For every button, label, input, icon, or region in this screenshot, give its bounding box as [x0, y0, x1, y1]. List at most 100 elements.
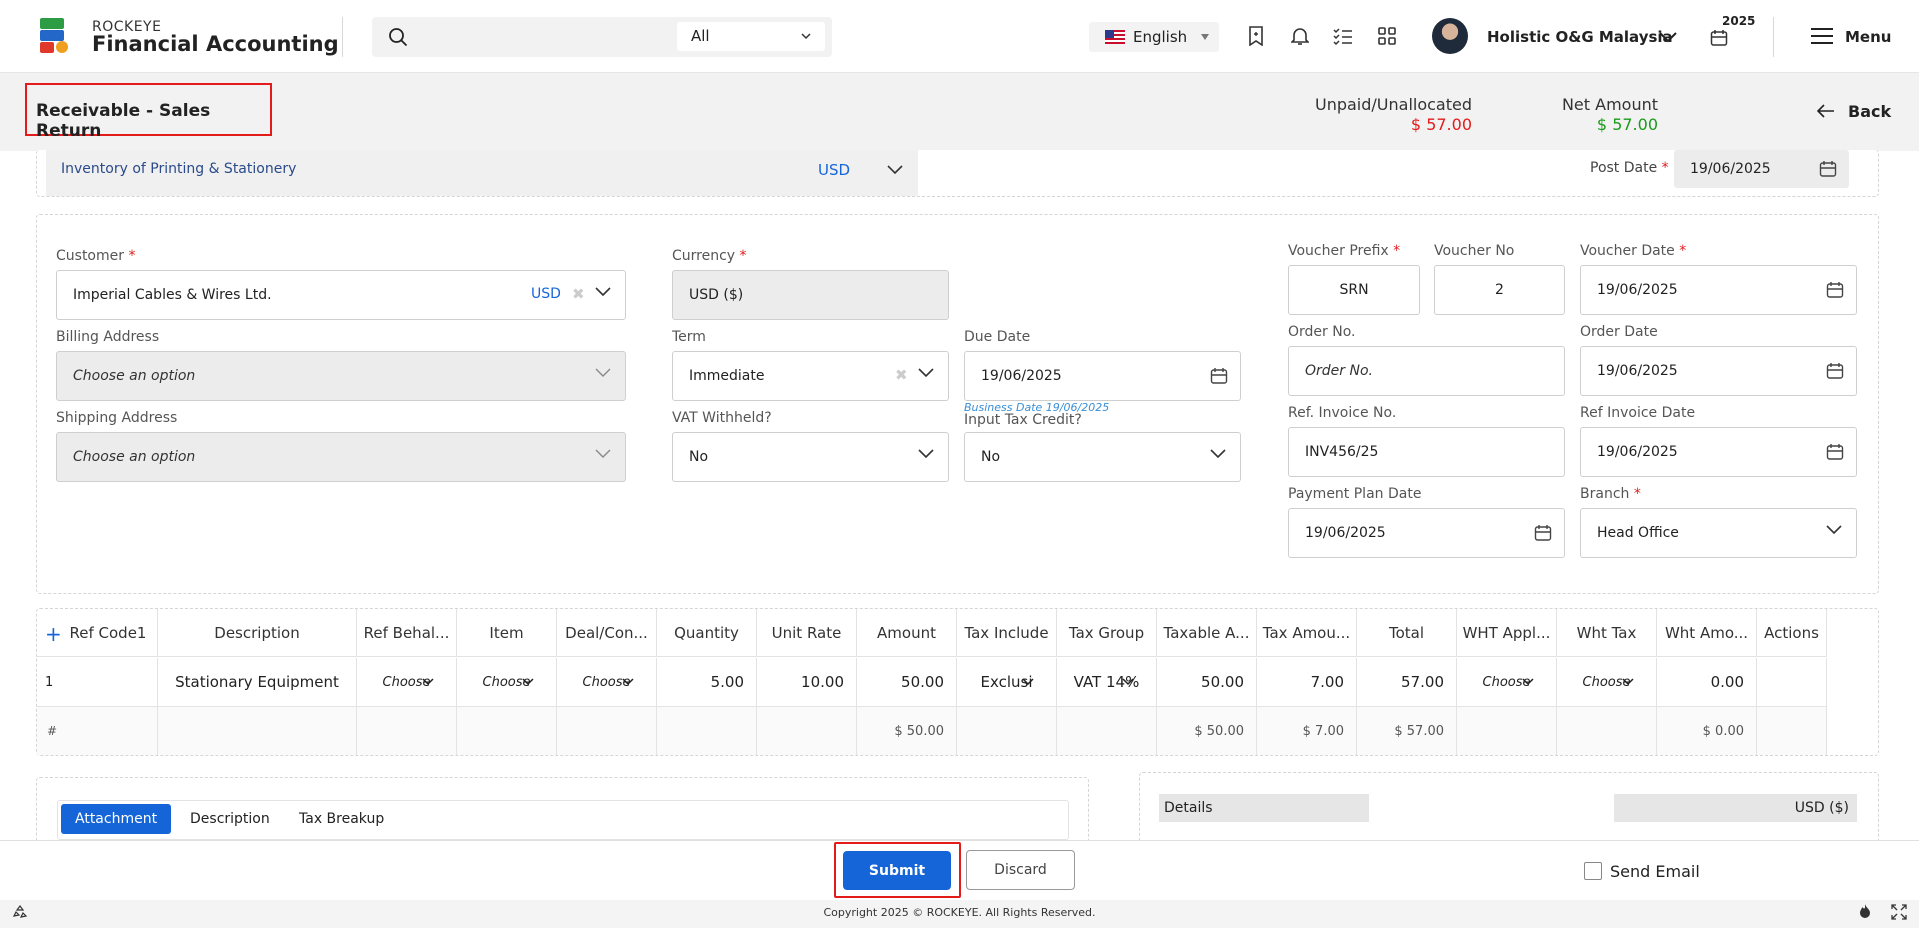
voucher-date-field[interactable]: 19/06/2025 [1580, 265, 1857, 315]
column-header[interactable]: Wht Amo... [1657, 609, 1757, 657]
column-header[interactable]: Amount [857, 609, 957, 657]
tab-description[interactable]: Description [176, 804, 284, 834]
fullscreen-icon[interactable] [1891, 904, 1907, 920]
column-header[interactable]: Taxable A... [1157, 609, 1257, 657]
cell-deal[interactable]: Choose [557, 658, 657, 706]
notifications-button[interactable] [1287, 23, 1313, 49]
column-header[interactable]: Ref Code1 [59, 609, 158, 657]
ref-invoice-date-field[interactable]: 19/06/2025 [1580, 427, 1857, 477]
cell-tax-include[interactable]: Exclusi [957, 658, 1057, 706]
send-email-checkbox[interactable] [1584, 862, 1602, 880]
details-currency: USD ($) [1614, 794, 1857, 822]
tab-attachment[interactable]: Attachment [61, 804, 172, 834]
menu-label[interactable]: Menu [1845, 28, 1891, 46]
billing-address-select[interactable]: Choose an option [56, 351, 626, 401]
calendar-icon[interactable] [1826, 443, 1844, 461]
chevron-down-icon [1622, 678, 1634, 686]
shipping-address-select[interactable]: Choose an option [56, 432, 626, 482]
cell-wht-tax[interactable]: Choose [1557, 658, 1657, 706]
order-date-field[interactable]: 19/06/2025 [1580, 346, 1857, 396]
cell-taxable[interactable]: 50.00 [1157, 658, 1257, 706]
menu-button[interactable] [1810, 23, 1834, 49]
cell-ref-code[interactable] [59, 658, 158, 706]
page-title: Receivable - Sales Return [25, 83, 272, 141]
post-date-label: Post Date * [1590, 160, 1669, 176]
footer-hash: # [47, 724, 58, 738]
column-header[interactable]: Actions [1757, 609, 1827, 657]
ref-invoice-input[interactable]: INV456/25 [1288, 427, 1565, 477]
hamburger-icon [1811, 28, 1833, 44]
column-header[interactable]: Tax Include [957, 609, 1057, 657]
bookmark-icon [1249, 26, 1263, 46]
voucher-no-field[interactable]: 2 [1434, 265, 1565, 315]
payment-plan-field[interactable]: 19/06/2025 [1288, 508, 1565, 558]
currency-label-text: Currency [672, 248, 736, 264]
account-select[interactable]: Inventory of Printing & Stationery USD [46, 150, 918, 196]
search-scope-select[interactable]: All [677, 22, 825, 51]
search-scope-value: All [691, 27, 710, 45]
column-header[interactable]: Deal/Con... [557, 609, 657, 657]
user-menu-toggle[interactable] [1655, 24, 1681, 50]
column-header[interactable]: Unit Rate [757, 609, 857, 657]
discard-button[interactable]: Discard [966, 850, 1075, 890]
column-header[interactable]: Tax Group [1057, 609, 1157, 657]
language-select[interactable]: English [1089, 22, 1219, 52]
customer-currency: USD [531, 286, 561, 302]
submit-button[interactable]: Submit [843, 851, 951, 890]
apps-button[interactable] [1374, 23, 1400, 49]
fiscal-year-button[interactable] [1706, 25, 1732, 51]
footer-empty [1057, 707, 1157, 755]
bookmark-button[interactable] [1243, 23, 1269, 49]
cell-description[interactable]: Stationary Equipment [158, 658, 357, 706]
column-header[interactable]: Ref Behal... [357, 609, 457, 657]
calendar-icon[interactable] [1826, 281, 1844, 299]
cell-total[interactable]: 57.00 [1357, 658, 1457, 706]
column-header[interactable]: Total [1357, 609, 1457, 657]
cell-ref-behalf[interactable]: Choose [357, 658, 457, 706]
post-date-field[interactable]: 19/06/2025 [1674, 150, 1849, 188]
calendar-icon[interactable] [1210, 367, 1228, 385]
order-no-input[interactable]: Order No. [1288, 346, 1565, 396]
cell-wht-appl[interactable]: Choose [1457, 658, 1557, 706]
column-header[interactable]: Item [457, 609, 557, 657]
recycle-icon[interactable] [12, 904, 28, 920]
footer-empty [757, 707, 857, 755]
column-header[interactable]: WHT Appl... [1457, 609, 1557, 657]
tab-tax-breakup[interactable]: Tax Breakup [285, 804, 398, 834]
billing-address-label: Billing Address [56, 329, 160, 345]
input-tax-select[interactable]: No [964, 432, 1241, 482]
clear-icon[interactable]: ✖ [572, 285, 585, 303]
calendar-icon[interactable] [1534, 524, 1552, 542]
required-marker: * [1633, 486, 1641, 502]
post-date-label-text: Post Date [1590, 160, 1658, 176]
cell-quantity[interactable]: 5.00 [657, 658, 757, 706]
back-arrow-icon[interactable] [1817, 104, 1835, 118]
avatar[interactable] [1432, 18, 1468, 54]
clear-icon[interactable]: ✖ [895, 366, 908, 384]
term-select[interactable]: Immediate ✖ [672, 351, 949, 401]
due-date-field[interactable]: 19/06/2025 [964, 351, 1241, 401]
cell-tax-group[interactable]: VAT 14% [1057, 658, 1157, 706]
branch-select[interactable]: Head Office [1580, 508, 1857, 558]
back-button[interactable]: Back [1848, 102, 1891, 121]
cell-item[interactable]: Choose [457, 658, 557, 706]
voucher-prefix-field[interactable]: SRN [1288, 265, 1420, 315]
send-email-label[interactable]: Send Email [1610, 862, 1700, 881]
cell-tax-amount[interactable]: 7.00 [1257, 658, 1357, 706]
column-header[interactable]: Tax Amou... [1257, 609, 1357, 657]
cell-wht-amount[interactable]: 0.00 [1657, 658, 1757, 706]
calendar-icon[interactable] [1826, 362, 1844, 380]
customer-select[interactable]: Imperial Cables & Wires Ltd. USD ✖ [56, 270, 626, 320]
cell-amount[interactable]: 50.00 [857, 658, 957, 706]
customer-label-text: Customer [56, 248, 125, 264]
vat-withheld-select[interactable]: No [672, 432, 949, 482]
flame-icon[interactable] [1858, 903, 1872, 919]
column-header[interactable]: Description [158, 609, 357, 657]
column-header[interactable]: Quantity [657, 609, 757, 657]
user-name[interactable]: Holistic O&G Malaysia [1487, 28, 1673, 46]
column-header[interactable]: Wht Tax [1557, 609, 1657, 657]
footer-empty [357, 707, 457, 755]
tasks-button[interactable] [1330, 23, 1356, 49]
footer-empty [1557, 707, 1657, 755]
cell-unit-rate[interactable]: 10.00 [757, 658, 857, 706]
